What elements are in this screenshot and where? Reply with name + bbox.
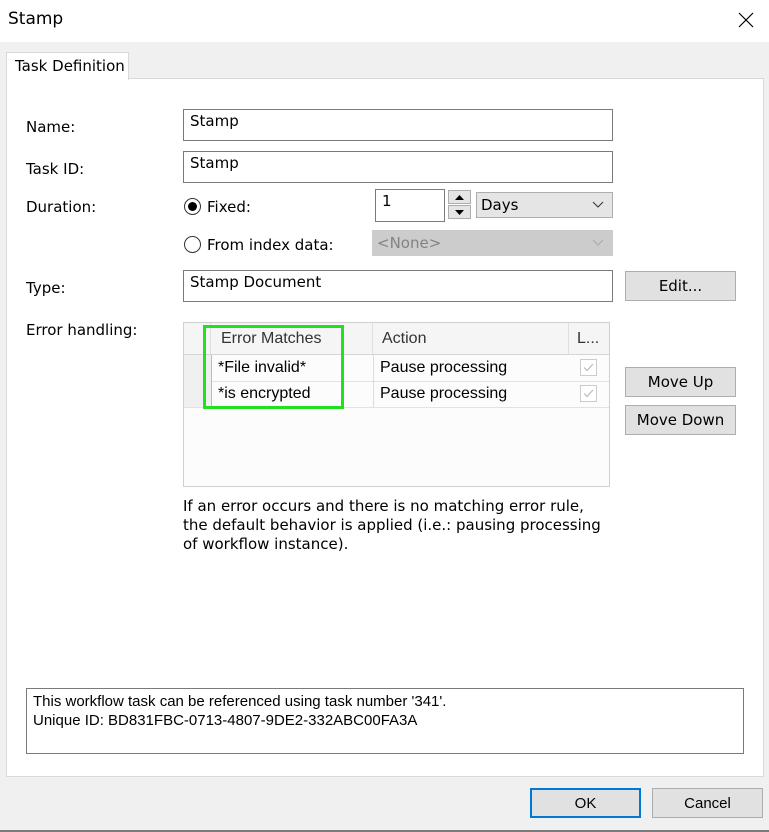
triangle-up-icon bbox=[455, 194, 464, 200]
triangle-down-icon bbox=[455, 209, 464, 215]
edit-button[interactable]: Edit... bbox=[625, 271, 736, 301]
chevron-down-icon bbox=[592, 197, 604, 215]
error-handling-label: Error handling: bbox=[26, 321, 138, 339]
error-match-cell[interactable]: *is encrypted bbox=[211, 381, 373, 407]
action-cell[interactable]: Pause processing bbox=[373, 381, 569, 407]
column-header-action[interactable]: Action bbox=[373, 323, 569, 354]
close-button[interactable] bbox=[723, 0, 769, 40]
duration-unit-value: Days bbox=[481, 196, 519, 214]
duration-label: Duration: bbox=[26, 198, 97, 216]
from-index-label[interactable]: From index data: bbox=[207, 236, 334, 254]
task-id-input[interactable]: Stamp bbox=[183, 151, 613, 183]
index-field-value: <None> bbox=[377, 234, 442, 252]
move-down-button[interactable]: Move Down bbox=[625, 405, 736, 435]
task-id-label: Task ID: bbox=[26, 160, 85, 178]
table-row[interactable]: *File invalid* Pause processing bbox=[184, 355, 609, 382]
table-row[interactable]: *is encrypted Pause processing bbox=[184, 381, 609, 408]
duration-unit-select[interactable]: Days bbox=[476, 192, 613, 218]
error-rules-grid[interactable]: Error Matches Action L... *File invalid*… bbox=[183, 322, 610, 487]
ok-button[interactable]: OK bbox=[530, 788, 641, 818]
fixed-radio[interactable] bbox=[184, 198, 201, 215]
grid-header: Error Matches Action L... bbox=[184, 323, 609, 355]
unique-id-text: Unique ID: BD831FBC-0713-4807-9DE2-332AB… bbox=[33, 712, 418, 729]
row-checkbox bbox=[580, 385, 597, 402]
tab-label: Task Definition bbox=[15, 57, 125, 75]
checkmark-icon bbox=[583, 363, 594, 372]
type-input[interactable]: Stamp Document bbox=[183, 270, 613, 302]
fixed-label[interactable]: Fixed: bbox=[207, 198, 251, 216]
row-checkbox bbox=[580, 359, 597, 376]
title-bar: Stamp bbox=[0, 0, 769, 42]
chevron-down-icon bbox=[592, 235, 604, 253]
name-input[interactable]: Stamp bbox=[183, 109, 613, 141]
spin-up-button[interactable] bbox=[448, 190, 471, 204]
move-up-button[interactable]: Move Up bbox=[625, 367, 736, 397]
spin-down-button[interactable] bbox=[448, 205, 471, 219]
name-label: Name: bbox=[26, 118, 76, 136]
error-match-cell[interactable]: *File invalid* bbox=[211, 355, 373, 381]
close-icon bbox=[738, 12, 754, 28]
tab-task-definition[interactable]: Task Definition bbox=[6, 52, 129, 80]
type-label: Type: bbox=[26, 279, 66, 297]
row-stub bbox=[184, 355, 211, 381]
task-number-text: This workflow task can be referenced usi… bbox=[33, 693, 447, 710]
header-stub bbox=[184, 323, 211, 354]
error-handling-note: If an error occurs and there is no match… bbox=[183, 497, 601, 553]
task-info-box: This workflow task can be referenced usi… bbox=[26, 688, 744, 754]
cancel-button[interactable]: Cancel bbox=[652, 788, 763, 818]
from-index-radio[interactable] bbox=[184, 236, 201, 253]
checkmark-icon bbox=[583, 389, 594, 398]
action-cell[interactable]: Pause processing bbox=[373, 355, 569, 381]
column-header-error-matches[interactable]: Error Matches bbox=[211, 323, 373, 354]
duration-value-input[interactable]: 1 bbox=[375, 189, 445, 222]
window-title: Stamp bbox=[8, 9, 64, 29]
row-stub bbox=[184, 381, 211, 407]
index-field-select: <None> bbox=[372, 230, 613, 256]
column-header-l[interactable]: L... bbox=[569, 323, 609, 354]
